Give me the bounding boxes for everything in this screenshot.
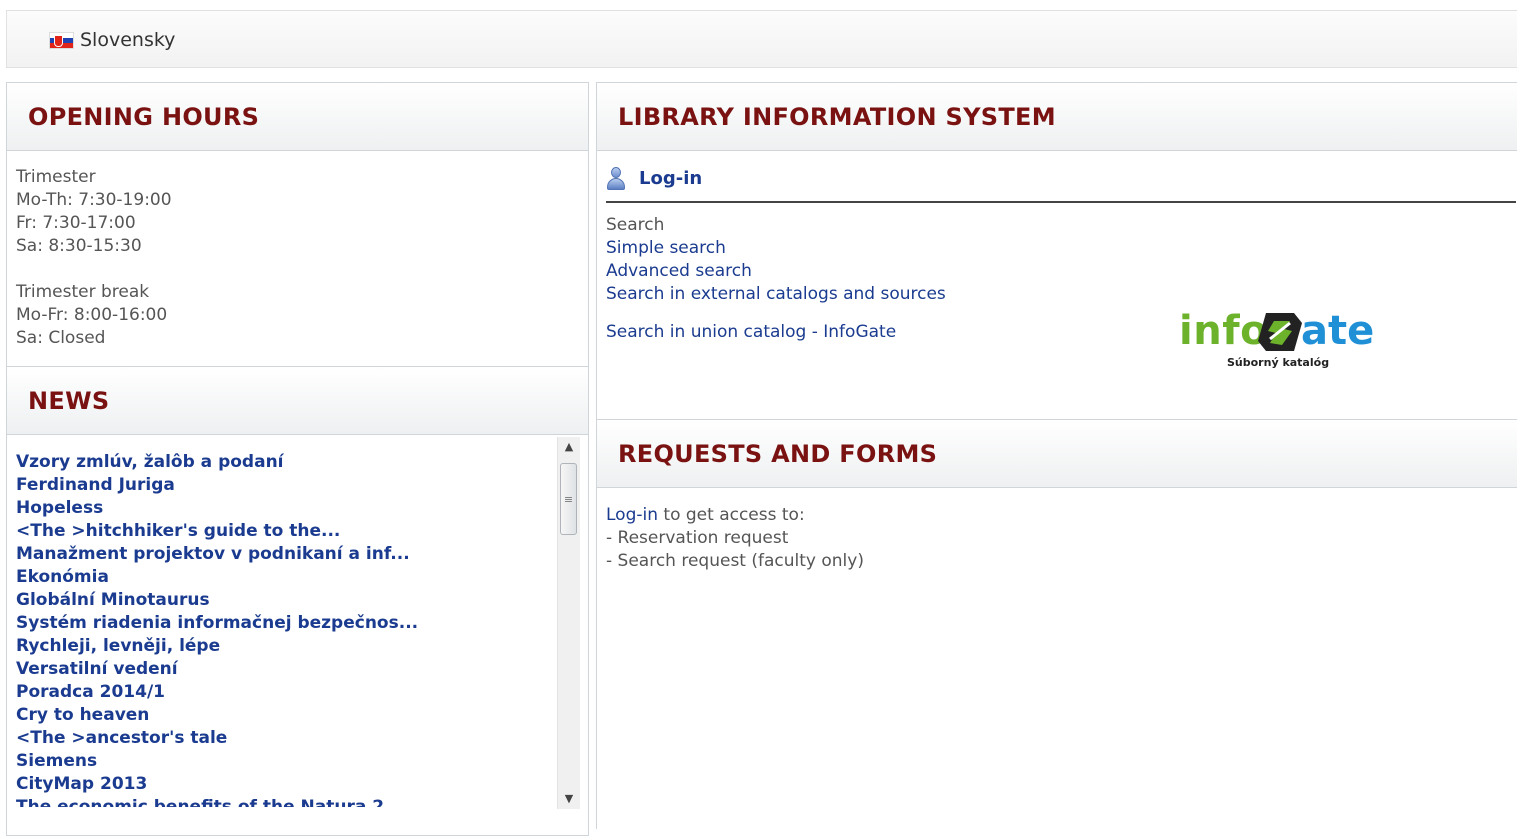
news-item[interactable]: Hopeless [16,497,551,520]
news-item[interactable]: Systém riadenia informačnej bezpečnos... [16,612,551,635]
library-system-title: LIBRARY INFORMATION SYSTEM [618,102,1056,131]
simple-search-link[interactable]: Simple search [606,237,946,260]
requests-intro: Log-in to get access to: [606,504,864,527]
infogate-logo-text: info [1179,308,1269,354]
library-system-header: LIBRARY INFORMATION SYSTEM [597,83,1517,151]
news-item[interactable]: Cry to heaven [16,704,551,727]
news-item[interactable]: <The >ancestor's tale [16,727,551,750]
news-item[interactable]: Versatilní vedení [16,658,551,681]
news-item[interactable]: Manažment projektov v podnikaní a inf... [16,543,551,566]
news-item[interactable]: Ferdinand Juriga [16,474,551,497]
union-catalog-link[interactable]: Search in union catalog - InfoGate [606,321,946,344]
hours-line: Sa: Closed [16,328,106,348]
infogate-logo-text: ate [1301,308,1375,354]
trimester-heading: Trimester [16,167,96,187]
news-item[interactable]: The economic benefits of the Natura 2... [16,796,551,807]
slovakia-flag-icon [50,32,73,48]
login-link[interactable]: Log-in [639,167,702,191]
news-header: NEWS [7,367,588,435]
hours-line: Mo-Fr: 8:00-16:00 [16,305,168,325]
opening-hours-title: OPENING HOURS [28,102,260,131]
opening-hours-content: Trimester Mo-Th: 7:30-19:00 Fr: 7:30-17:… [7,151,588,350]
trimester-break-heading: Trimester break [16,282,150,302]
infogate-g-icon [1258,313,1302,351]
search-block: Search Simple search Advanced search Sea… [606,214,946,344]
news-item[interactable]: CityMap 2013 [16,773,551,796]
request-item: - Search request (faculty only) [606,551,864,571]
news-item[interactable]: Rychleji, levněji, lépe [16,635,551,658]
search-heading: Search [606,215,665,235]
news-item[interactable]: <The >hitchhiker's guide to the... [16,520,551,543]
requests-login-link[interactable]: Log-in [606,505,658,525]
news-panel: NEWS Vzory zmlúv, žalôb a podaní Ferdina… [6,366,589,836]
language-bar: Slovensky [6,10,1517,68]
scroll-down-arrow-icon[interactable]: ▼ [558,789,580,809]
library-system-panel: LIBRARY INFORMATION SYSTEM Log-in Search… [596,82,1517,422]
news-title: NEWS [28,386,110,415]
news-item[interactable]: Vzory zmlúv, žalôb a podaní [16,451,551,474]
news-item[interactable]: Globální Minotaurus [16,589,551,612]
news-item[interactable]: Poradca 2014/1 [16,681,551,704]
news-item[interactable]: Ekonómia [16,566,551,589]
advanced-search-link[interactable]: Advanced search [606,260,946,283]
user-icon[interactable] [606,167,626,191]
hours-line: Fr: 7:30-17:00 [16,213,136,233]
external-search-link[interactable]: Search in external catalogs and sources [606,283,946,306]
requests-header: REQUESTS AND FORMS [597,420,1517,488]
infogate-logo[interactable]: info ate Súborný katalóg [1179,305,1374,375]
language-label: Slovensky [80,29,176,51]
hours-line: Sa: 8:30-15:30 [16,236,142,256]
opening-hours-header: OPENING HOURS [7,83,588,151]
language-switch[interactable]: Slovensky [50,29,175,51]
scroll-thumb[interactable]: ≡ [560,463,577,535]
opening-hours-panel: OPENING HOURS Trimester Mo-Th: 7:30-19:0… [6,82,589,368]
news-list: Vzory zmlúv, žalôb a podaní Ferdinand Ju… [16,451,551,807]
hours-line: Mo-Th: 7:30-19:00 [16,190,172,210]
login-row: Log-in [606,167,1516,203]
requests-title: REQUESTS AND FORMS [618,439,938,468]
infogate-subtitle: Súborný katalóg [1227,356,1330,369]
scroll-up-arrow-icon[interactable]: ▲ [558,437,580,457]
requests-intro-text: to get access to: [658,505,805,525]
news-item[interactable]: Siemens [16,750,551,773]
requests-content: Log-in to get access to: - Reservation r… [606,504,864,573]
news-scrollbar[interactable]: ▲ ≡ ▼ [557,437,580,809]
request-item: - Reservation request [606,528,789,548]
requests-panel: REQUESTS AND FORMS Log-in to get access … [596,419,1517,829]
